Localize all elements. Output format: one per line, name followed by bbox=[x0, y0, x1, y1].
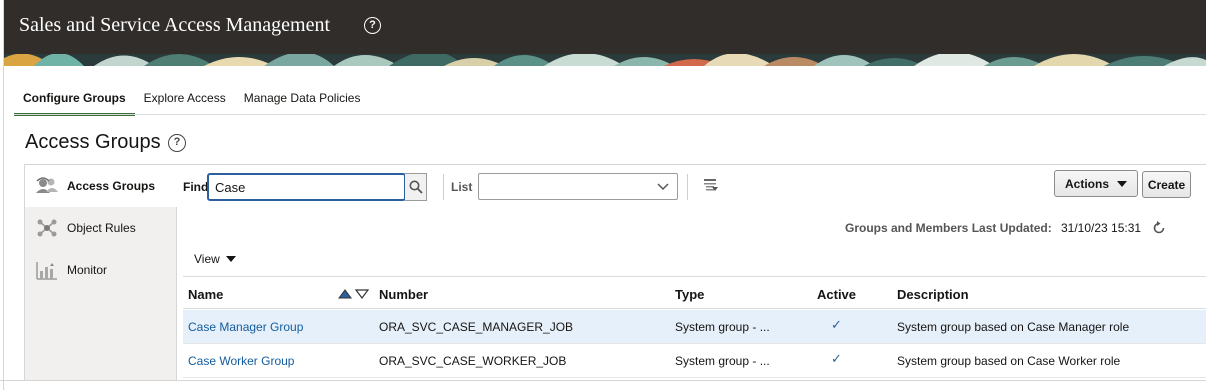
sidebar-item-label: Object Rules bbox=[67, 221, 136, 235]
monitor-chart-icon bbox=[35, 259, 59, 281]
tabs-divider bbox=[14, 114, 1206, 115]
toolbar-separator bbox=[687, 174, 688, 200]
view-menu[interactable]: View bbox=[194, 252, 236, 266]
toolbar-separator bbox=[443, 174, 444, 200]
table-row[interactable]: Case Manager Group ORA_SVC_CASE_MANAGER_… bbox=[183, 310, 1206, 344]
header-bar: Sales and Service Access Management ? bbox=[4, 0, 1206, 54]
sidebar: Access Groups Object Rules Monitor bbox=[25, 165, 178, 380]
sidebar-item-object-rules[interactable]: Object Rules bbox=[25, 207, 177, 249]
caret-down-icon bbox=[1117, 180, 1127, 187]
column-header-name[interactable]: Name bbox=[188, 287, 223, 302]
last-updated-value: 31/10/23 15:31 bbox=[1061, 221, 1142, 235]
tab-bar: Configure Groups Explore Access Manage D… bbox=[14, 88, 369, 116]
tab-explore-access[interactable]: Explore Access bbox=[135, 88, 235, 116]
group-name-link[interactable]: Case Manager Group bbox=[188, 320, 303, 334]
view-label: View bbox=[194, 252, 220, 266]
group-type: System group - ... bbox=[675, 354, 770, 368]
sort-controls[interactable] bbox=[338, 289, 369, 299]
find-label: Find bbox=[183, 180, 209, 194]
bottom-divider bbox=[0, 380, 1206, 381]
refresh-icon[interactable] bbox=[1151, 220, 1167, 236]
find-input[interactable] bbox=[207, 173, 406, 201]
app-header: Sales and Service Access Management ? bbox=[4, 0, 1206, 66]
chevron-down-icon bbox=[657, 183, 669, 191]
active-check-icon: ✓ bbox=[831, 351, 842, 366]
page-title: Access Groups bbox=[25, 131, 161, 153]
sidebar-item-label: Access Groups bbox=[67, 179, 156, 193]
access-groups-icon bbox=[35, 175, 59, 197]
question-circle-icon[interactable]: ? bbox=[168, 134, 186, 152]
table-row[interactable]: Case Worker Group ORA_SVC_CASE_WORKER_JO… bbox=[183, 344, 1206, 378]
sidebar-item-monitor[interactable]: Monitor bbox=[25, 249, 177, 291]
sort-ascending-icon[interactable] bbox=[338, 289, 352, 299]
search-button[interactable] bbox=[405, 173, 427, 201]
question-circle-icon[interactable]: ? bbox=[364, 17, 381, 34]
query-filter-icon[interactable] bbox=[703, 178, 719, 194]
actions-label: Actions bbox=[1064, 176, 1109, 191]
sort-descending-icon[interactable] bbox=[355, 289, 369, 299]
create-button[interactable]: Create bbox=[1142, 171, 1191, 198]
group-number: ORA_SVC_CASE_MANAGER_JOB bbox=[379, 320, 574, 334]
object-rules-icon bbox=[35, 217, 59, 239]
app-title: Sales and Service Access Management bbox=[19, 14, 331, 36]
actions-menu-button[interactable]: Actions bbox=[1054, 170, 1138, 197]
search-icon bbox=[409, 180, 423, 194]
tab-configure-groups[interactable]: Configure Groups bbox=[14, 88, 135, 116]
group-description: System group based on Case Worker role bbox=[897, 354, 1121, 368]
group-description: System group based on Case Manager role bbox=[897, 320, 1130, 334]
sidebar-item-label: Monitor bbox=[67, 263, 108, 277]
table-header: Name Number Type Active Description bbox=[183, 276, 1206, 309]
column-header-type[interactable]: Type bbox=[675, 287, 704, 302]
tab-manage-data-policies[interactable]: Manage Data Policies bbox=[235, 88, 370, 116]
column-header-number[interactable]: Number bbox=[379, 287, 428, 302]
group-name-link[interactable]: Case Worker Group bbox=[188, 354, 294, 368]
sidebar-item-access-groups[interactable]: Access Groups bbox=[25, 165, 178, 207]
active-check-icon: ✓ bbox=[831, 317, 842, 332]
column-header-description[interactable]: Description bbox=[897, 287, 969, 302]
group-type: System group - ... bbox=[675, 320, 770, 334]
column-header-active[interactable]: Active bbox=[817, 287, 856, 302]
list-select[interactable] bbox=[478, 173, 678, 200]
list-label: List bbox=[451, 180, 473, 194]
group-number: ORA_SVC_CASE_WORKER_JOB bbox=[379, 354, 567, 368]
last-updated-label: Groups and Members Last Updated: bbox=[845, 221, 1052, 235]
caret-down-icon bbox=[225, 256, 236, 262]
